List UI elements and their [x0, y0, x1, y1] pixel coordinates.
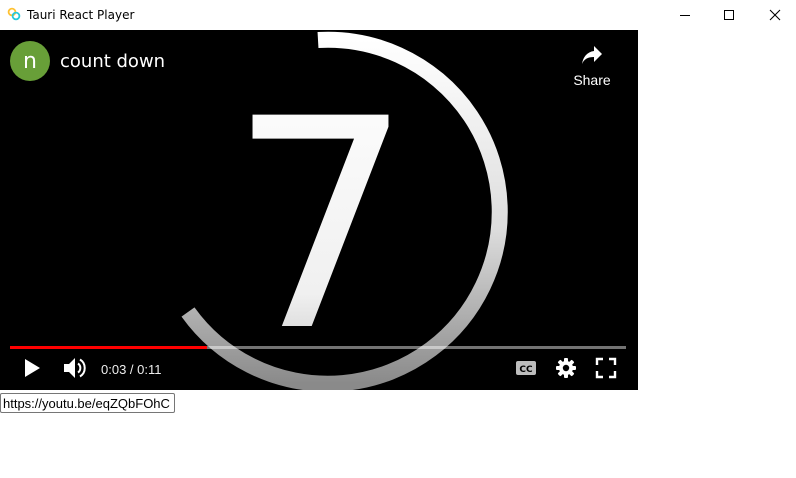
- time-display: 0:03 / 0:11: [101, 362, 162, 377]
- url-input[interactable]: [0, 393, 175, 413]
- fullscreen-icon: [595, 357, 617, 384]
- maximize-button[interactable]: [706, 0, 752, 30]
- tauri-icon: [7, 7, 21, 21]
- channel-avatar[interactable]: n: [10, 41, 50, 81]
- video-frame: 7: [181, 31, 508, 390]
- share-label: Share: [573, 72, 611, 88]
- svg-text:CC: CC: [519, 365, 533, 375]
- close-button[interactable]: [752, 0, 796, 30]
- closed-captions-icon: CC: [515, 360, 537, 381]
- settings-icon: [555, 357, 577, 384]
- play-icon: [22, 357, 42, 384]
- play-button[interactable]: [20, 358, 44, 382]
- window-title: Tauri React Player: [27, 8, 135, 22]
- fullscreen-button[interactable]: [594, 357, 618, 384]
- video-player[interactable]: 7 n count down Share 0:03 / 0:11 CC: [0, 30, 638, 390]
- volume-icon: [62, 356, 88, 385]
- window-title-bar: Tauri React Player: [0, 0, 796, 30]
- progress-bar[interactable]: [10, 346, 626, 349]
- close-icon: [769, 9, 781, 21]
- minimize-icon: [679, 9, 691, 21]
- captions-button[interactable]: CC: [514, 358, 538, 382]
- volume-button[interactable]: [62, 356, 88, 385]
- settings-button[interactable]: [554, 357, 578, 384]
- share-icon: [580, 44, 604, 66]
- minimize-button[interactable]: [662, 0, 708, 30]
- share-button[interactable]: Share: [566, 42, 618, 90]
- maximize-icon: [723, 9, 735, 21]
- progress-bar-played: [10, 346, 208, 349]
- countdown-digit: 7: [229, 58, 414, 390]
- video-title[interactable]: count down: [60, 51, 165, 72]
